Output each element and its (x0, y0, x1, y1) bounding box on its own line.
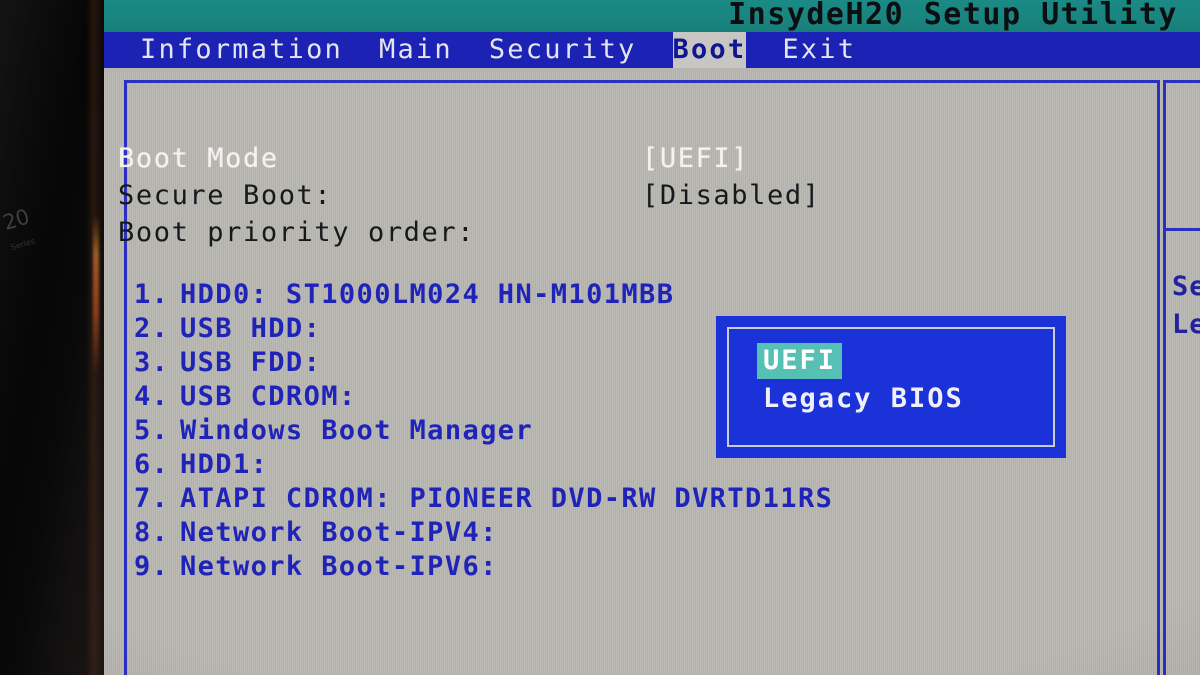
boot-mode-value[interactable]: [UEFI] (642, 140, 749, 177)
tab-security[interactable]: Security (489, 32, 637, 68)
popup-option-row: UEFI (757, 343, 1053, 381)
bezel-sticker-subtext: Series (9, 236, 37, 253)
secure-boot-label: Secure Boot: (118, 180, 333, 211)
setting-row-boot-mode[interactable]: Boot Mode [UEFI] (118, 140, 1098, 177)
boot-item-index: 5. (134, 415, 170, 446)
boot-item-index: 9. (134, 551, 170, 582)
boot-item-index: 7. (134, 483, 170, 514)
help-pane: Se Le (1172, 268, 1200, 344)
boot-item-label: USB CDROM: (180, 381, 357, 412)
popup-option-row: Legacy BIOS (757, 381, 1053, 419)
help-pane-top-border (1166, 80, 1200, 83)
body-area: Se Le Boot Mode [UEFI] Secure Boot: [Dis… (104, 68, 1200, 675)
boot-item-label: Network Boot-IPV4: (180, 517, 498, 548)
title-bar: InsydeH20 Setup Utility (104, 0, 1200, 32)
boot-list-item[interactable]: 9. Network Boot-IPV6: (118, 550, 1118, 584)
boot-item-index: 3. (134, 347, 170, 378)
boot-mode-selection-popup: UEFI Legacy BIOS (716, 316, 1066, 458)
boot-item-index: 8. (134, 517, 170, 548)
secure-boot-value[interactable]: [Disabled] (642, 177, 821, 214)
boot-item-label: USB HDD: (180, 313, 322, 344)
bios-display: InsydeH20 Setup Utility Information Main… (104, 0, 1200, 675)
boot-list-item[interactable]: 8. Network Boot-IPV4: (118, 516, 1118, 550)
boot-priority-order-label: Boot priority order: (118, 217, 476, 248)
boot-list-item[interactable]: 1. HDD0: ST1000LM024 HN-M101MBB (118, 278, 1118, 312)
tab-boot[interactable]: Boot (672, 32, 747, 68)
boot-item-label: HDD0: ST1000LM024 HN-M101MBB (180, 279, 675, 310)
menu-bar: Information Main Security Boot Exit (104, 32, 1200, 68)
bezel-reflection-glint (93, 215, 99, 375)
boot-item-index: 2. (134, 313, 170, 344)
popup-inner-frame: UEFI Legacy BIOS (727, 327, 1055, 447)
pane-divider (1163, 80, 1166, 675)
setting-row-secure-boot[interactable]: Secure Boot: [Disabled] (118, 177, 1098, 214)
boot-item-index: 6. (134, 449, 170, 480)
boot-item-index: 4. (134, 381, 170, 412)
boot-item-label: Network Boot-IPV6: (180, 551, 498, 582)
utility-title: InsydeH20 Setup Utility (728, 0, 1178, 32)
bios-screen-photo: 20 Series InsydeH20 Setup Utility Inform… (0, 0, 1200, 675)
settings-list: Boot Mode [UEFI] Secure Boot: [Disabled]… (118, 140, 1098, 251)
popup-option-uefi[interactable]: UEFI (757, 343, 843, 379)
setting-row-boot-priority-order: Boot priority order: (118, 214, 1098, 251)
help-pane-rule (1166, 228, 1200, 231)
tab-exit[interactable]: Exit (782, 32, 856, 68)
boot-item-label: HDD1: (180, 449, 269, 480)
help-line-1: Se (1172, 271, 1200, 302)
boot-mode-label: Boot Mode (118, 143, 279, 174)
tab-main[interactable]: Main (379, 32, 453, 68)
help-line-2: Le (1172, 309, 1200, 340)
tab-information[interactable]: Information (140, 32, 343, 68)
boot-item-label: USB FDD: (180, 347, 322, 378)
popup-option-legacy-bios[interactable]: Legacy BIOS (757, 381, 970, 417)
boot-list-item[interactable]: 7. ATAPI CDROM: PIONEER DVD-RW DVRTD11RS (118, 482, 1118, 516)
boot-item-index: 1. (134, 279, 170, 310)
boot-item-label: ATAPI CDROM: PIONEER DVD-RW DVRTD11RS (180, 483, 834, 514)
boot-item-label: Windows Boot Manager (180, 415, 534, 446)
